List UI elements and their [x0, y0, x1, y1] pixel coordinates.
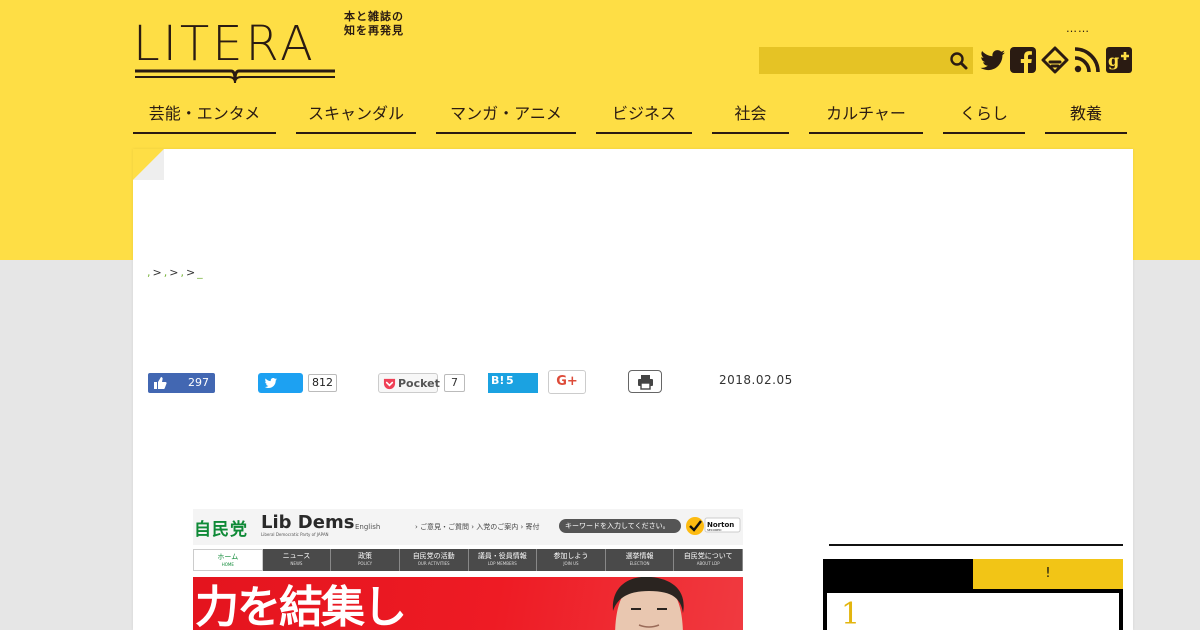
sidebar-divider: [829, 544, 1123, 546]
ldp-english-link: English: [355, 523, 381, 531]
breadcrumb-link[interactable]: ,: [180, 266, 184, 279]
search-bar: [759, 47, 973, 74]
ldp-nav-item: 選挙情報 ELECTION: [605, 549, 675, 571]
breadcrumb-separator: >: [152, 266, 162, 279]
facebook-count: 297: [188, 376, 209, 389]
nav-item-culture[interactable]: カルチャー: [809, 98, 923, 134]
ldp-logo-subtitle: Liberal Democratic Party of JAPAN: [261, 532, 329, 537]
facebook-icon[interactable]: [1009, 46, 1037, 74]
google-plus-share-button[interactable]: G+: [548, 370, 586, 394]
article-image: 自民党 Lib Dems Liberal Democratic Party of…: [193, 509, 743, 630]
search-icon[interactable]: [949, 51, 969, 71]
ldp-nav-item: 参加しよう JOIN US: [537, 549, 606, 571]
pocket-count: 7: [444, 374, 465, 392]
page-corner-fold: [133, 149, 164, 180]
hatena-icon: B!: [491, 374, 505, 387]
ldp-hero-banner: 力を結集し: [193, 577, 743, 630]
svg-text:SECURED: SECURED: [707, 528, 722, 532]
post-date: 2018.02.05: [719, 373, 793, 387]
tagline-line-2: 知を再発見: [344, 24, 404, 37]
ldp-site-header: 自民党 Lib Dems Liberal Democratic Party of…: [193, 509, 743, 545]
feedly-icon[interactable]: [1041, 46, 1069, 74]
logo-wordmark: LITERA: [133, 16, 316, 72]
ldp-search-field: キーワードを入力してください。: [559, 519, 681, 533]
politician-portrait: [612, 577, 684, 630]
ranking-tabs: !: [823, 559, 1123, 589]
hatena-count: 5: [506, 374, 514, 387]
nav-item-manga-anime[interactable]: マンガ・アニメ: [436, 98, 576, 134]
facebook-like-button[interactable]: 297: [148, 373, 215, 393]
tweet-button[interactable]: [258, 373, 303, 393]
ldp-nav-item: 自民党の活動 OUR ACTIVITIES: [399, 549, 469, 571]
hatena-bookmark-button[interactable]: B! 5: [488, 373, 538, 393]
twitter-bird-icon: [264, 378, 277, 389]
breadcrumb-separator: >: [185, 266, 196, 279]
google-plus-icon[interactable]: g: [1105, 46, 1133, 74]
pocket-icon: [383, 378, 396, 390]
tweet-count: 812: [308, 374, 337, 392]
ldp-nav-item: 政策 POLICY: [331, 549, 400, 571]
norton-badge-icon: Norton SECURED: [686, 517, 741, 535]
breadcrumb-link[interactable]: ,: [164, 266, 168, 279]
breadcrumb-current: _: [197, 266, 203, 279]
pocket-button[interactable]: Pocket: [378, 373, 440, 393]
ranking-list: 1: [823, 589, 1123, 630]
site-tagline: 本と雑誌の 知を再発見: [344, 10, 404, 38]
breadcrumb-link[interactable]: ,: [147, 266, 151, 279]
open-book-icon: [135, 69, 335, 84]
nav-item-business[interactable]: ビジネス: [596, 98, 692, 134]
ranking-number: 1: [841, 597, 861, 630]
ldp-nav-item: 自民党について ABOUT LDP: [674, 549, 743, 571]
nav-item-education[interactable]: 教養: [1045, 98, 1127, 134]
header-dots: ……: [1066, 22, 1090, 35]
printer-icon: [638, 375, 653, 390]
ranking-tab-left[interactable]: [823, 559, 973, 589]
breadcrumb-separator: >: [169, 266, 179, 279]
search-input[interactable]: [759, 47, 945, 74]
ldp-logo-japanese: 自民党: [194, 520, 248, 540]
pocket-label: Pocket: [398, 377, 440, 390]
nav-item-lifestyle[interactable]: くらし: [943, 98, 1025, 134]
svg-text:g: g: [1108, 51, 1119, 70]
print-button[interactable]: [628, 370, 662, 393]
ldp-site-nav: ホーム HOME ニュース NEWS 政策 POLICY 自民党の活動 OUR ACTI…: [193, 549, 743, 571]
ranking-tab-right[interactable]: !: [973, 559, 1123, 589]
thumbs-up-icon: [154, 377, 167, 389]
ldp-nav-item: 議員・役員情報 LDP MEMBERS: [468, 549, 538, 571]
ldp-header-links: › ご意見・ご質問 › 入党のご案内 › 寄付: [415, 523, 540, 531]
ldp-nav-item: ニュース NEWS: [262, 549, 332, 571]
ldp-nav-item: ホーム HOME: [193, 549, 263, 571]
ldp-banner-headline: 力を結集し: [195, 582, 407, 630]
site-logo[interactable]: LITERA: [133, 16, 343, 86]
rss-icon[interactable]: [1073, 46, 1101, 74]
nav-item-entertainment[interactable]: 芸能・エンタメ: [133, 98, 276, 134]
ldp-logo-english: Lib Dems: [261, 512, 355, 533]
nav-item-scandal[interactable]: スキャンダル: [296, 98, 416, 134]
twitter-icon[interactable]: [979, 46, 1007, 74]
nav-item-society[interactable]: 社会: [712, 98, 789, 134]
ranking-item[interactable]: 1: [827, 593, 1119, 630]
tagline-line-1: 本と雑誌の: [344, 10, 404, 23]
breadcrumb: , >, >, > _: [147, 266, 203, 279]
